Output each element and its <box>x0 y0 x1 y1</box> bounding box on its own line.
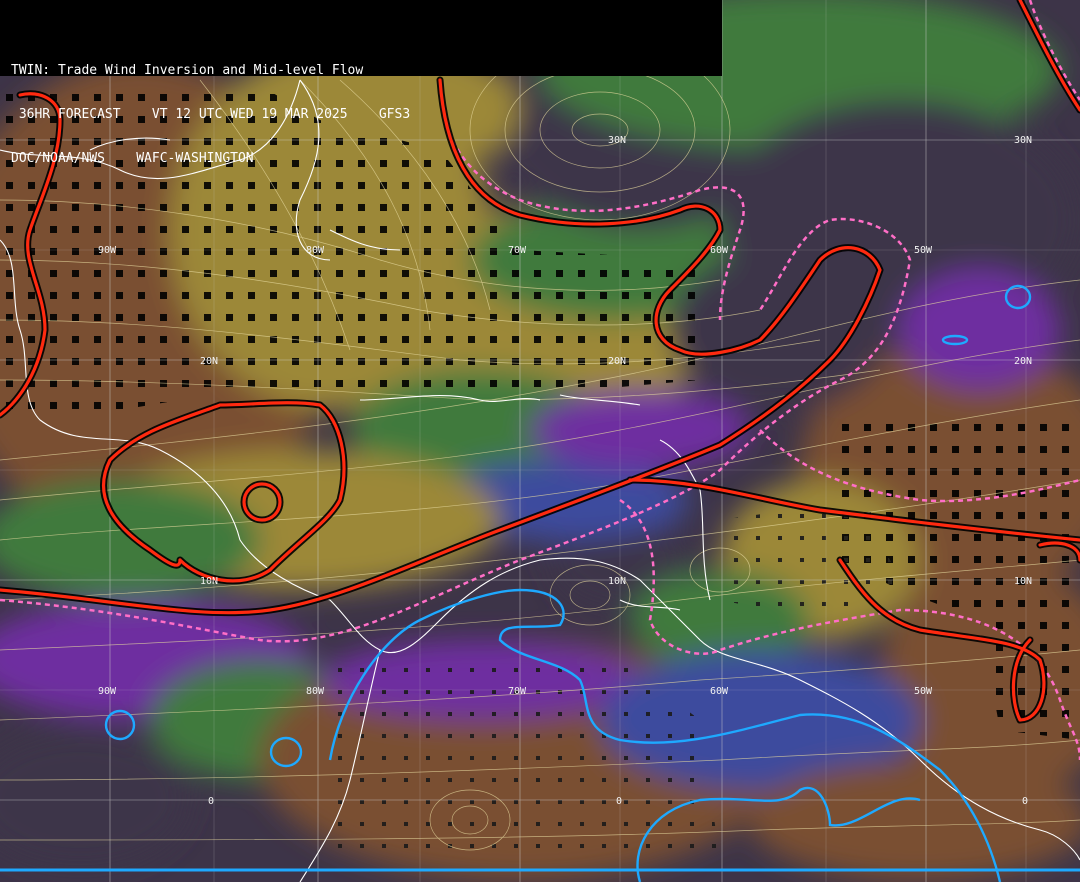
label-20n-b: 20N <box>608 356 626 367</box>
map-header: TWIN: Trade Wind Inversion and Mid-level… <box>0 0 722 166</box>
label-60w-a: 60W <box>710 245 729 256</box>
label-60w-b: 60W <box>710 686 729 697</box>
label-70w-b: 70W <box>508 686 527 697</box>
label-90w-a: 90W <box>98 245 117 256</box>
map-title: TWIN: Trade Wind Inversion and Mid-level… <box>11 63 364 78</box>
label-70w-a: 70W <box>508 245 527 256</box>
label-20n-a: 20N <box>200 356 218 367</box>
label-50w-a: 50W <box>914 245 933 256</box>
label-10n-a: 10N <box>200 576 218 587</box>
label-eq-c: 0 <box>1022 796 1028 807</box>
label-eq-a: 0 <box>208 796 214 807</box>
label-10n-c: 10N <box>1014 576 1032 587</box>
label-eq-b: 0 <box>616 796 622 807</box>
label-50w-b: 50W <box>914 686 933 697</box>
label-80w-a: 80W <box>306 245 325 256</box>
label-10n-b: 10N <box>608 576 626 587</box>
label-80w-b: 80W <box>306 686 325 697</box>
forecast-info: 36HR FORECAST VT 12 UTC WED 19 MAR 2025 … <box>11 107 411 122</box>
label-30n-b: 30N <box>1014 135 1032 146</box>
label-90w-b: 90W <box>98 686 117 697</box>
issuing-agency: DOC/NOAA/NWS WAFC-WASHINGTON <box>11 151 254 166</box>
label-20n-c: 20N <box>1014 356 1032 367</box>
